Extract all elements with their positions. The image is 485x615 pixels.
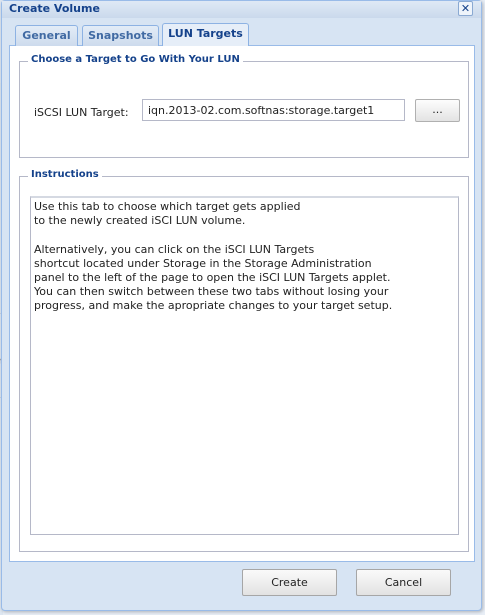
lun-targets-panel: Choose a Target to Go With Your LUN iSCS…	[9, 46, 475, 562]
close-icon[interactable]: ✕	[458, 1, 473, 16]
dialog-footer: Create Cancel	[9, 562, 475, 607]
iscsi-lun-target-label: iSCSI LUN Target:	[34, 106, 129, 119]
instructions-fieldset-legend: Instructions	[28, 169, 102, 180]
create-button[interactable]: Create	[242, 569, 337, 596]
instructions-fieldset: Instructions Use this tab to choose whic…	[19, 169, 469, 552]
browse-target-button[interactable]: ...	[415, 99, 460, 122]
create-volume-dialog: Create Volume ✕ General Snapshots LUN Ta…	[1, 0, 482, 611]
tab-snapshots[interactable]: Snapshots	[82, 25, 159, 46]
target-fieldset-legend: Choose a Target to Go With Your LUN	[28, 54, 243, 65]
target-fieldset: Choose a Target to Go With Your LUN iSCS…	[19, 54, 469, 158]
tab-bar: General Snapshots LUN Targets	[9, 23, 475, 47]
cancel-button[interactable]: Cancel	[356, 569, 451, 596]
tab-lun-targets[interactable]: LUN Targets	[162, 23, 249, 47]
dialog-titlebar[interactable]: Create Volume ✕	[2, 1, 481, 18]
iscsi-lun-target-input[interactable]	[142, 99, 405, 121]
tab-general[interactable]: General	[15, 25, 78, 46]
instructions-text[interactable]: Use this tab to choose which target gets…	[30, 196, 459, 535]
dialog-title: Create Volume	[9, 2, 100, 15]
